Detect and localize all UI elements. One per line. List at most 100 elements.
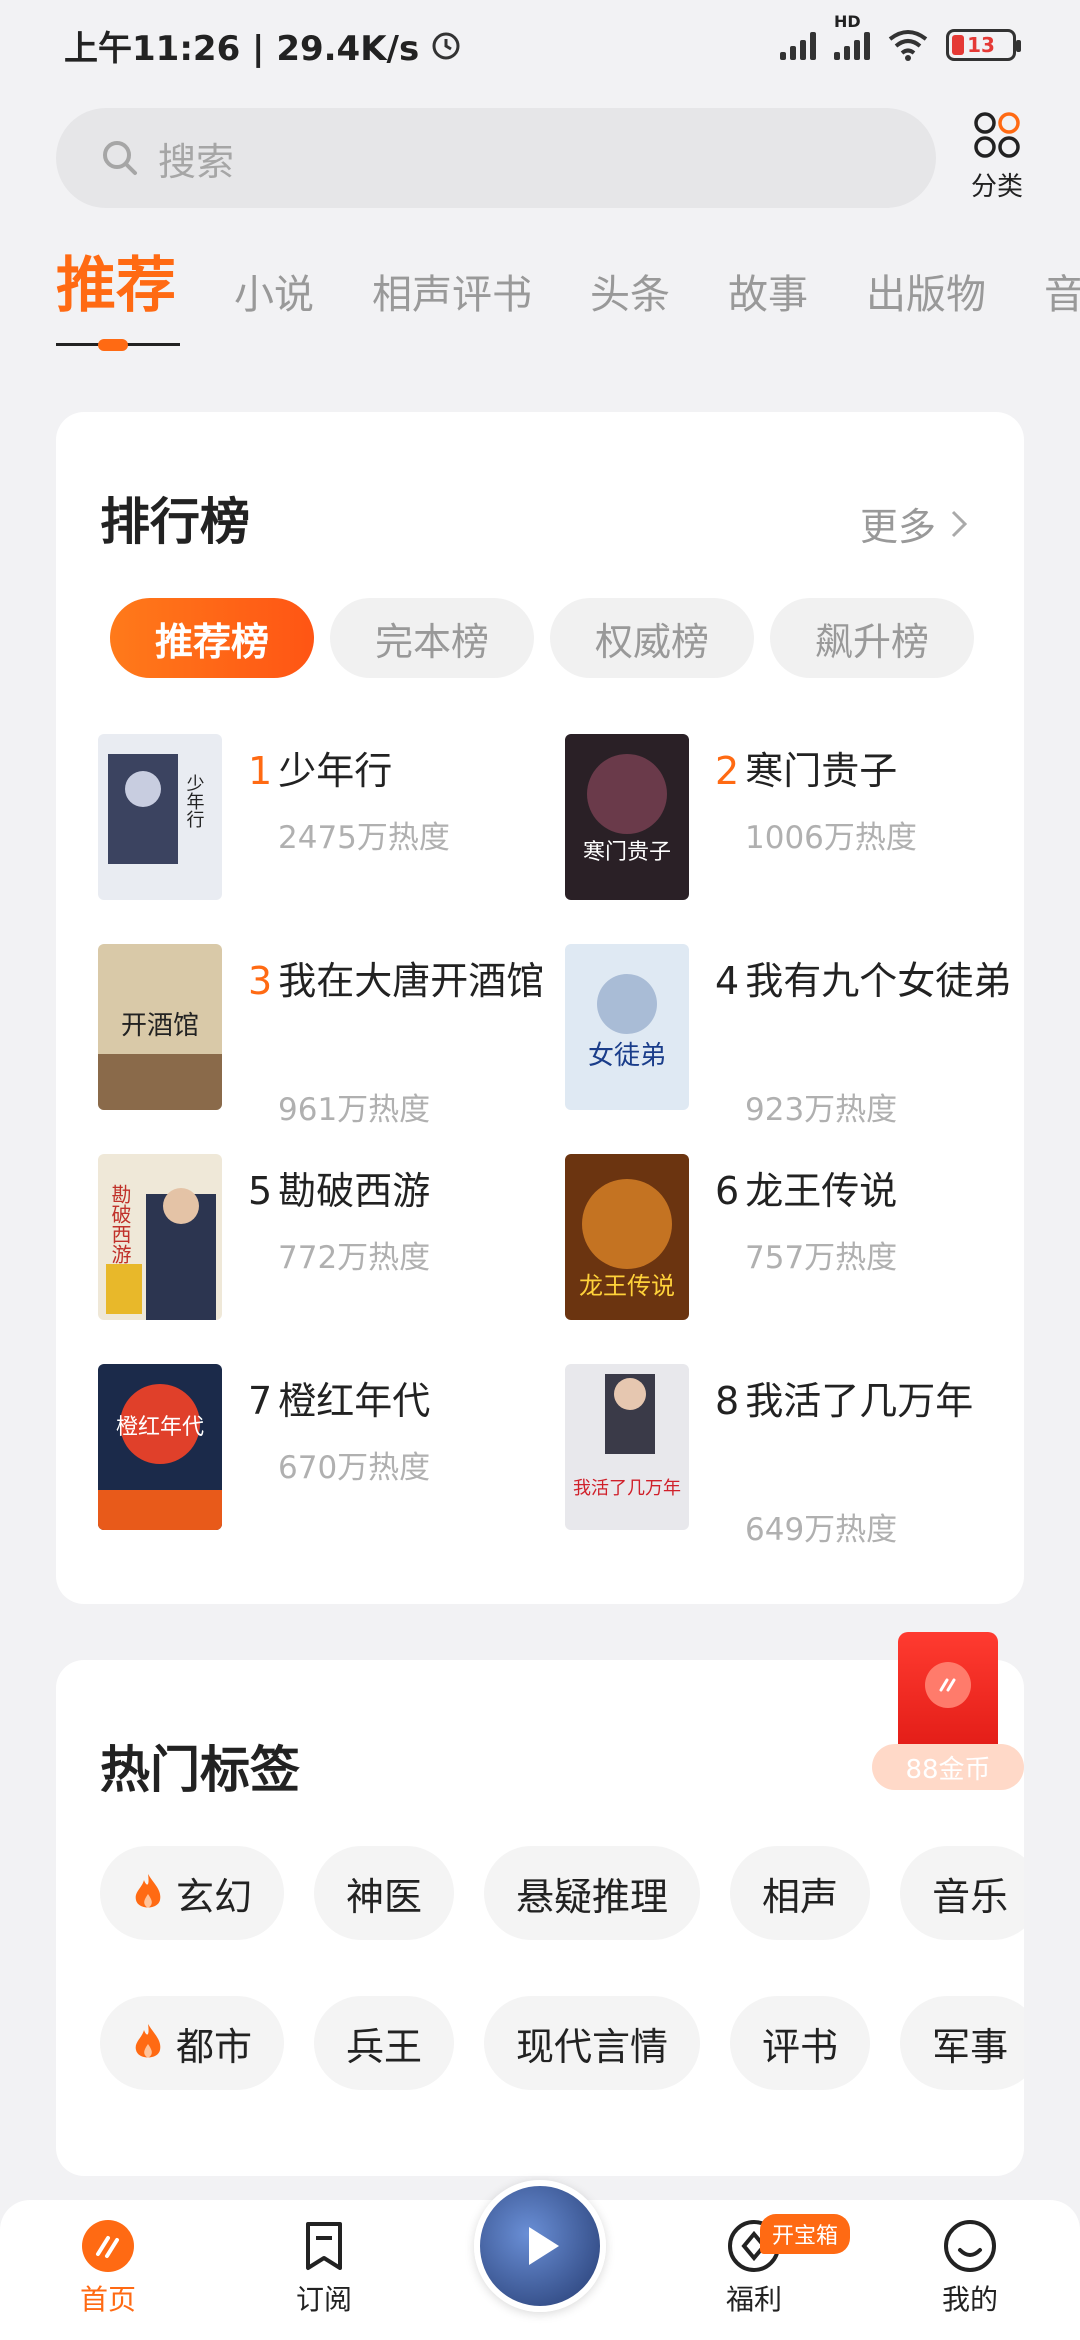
tag-item[interactable]: 评书 [730,1996,871,2090]
book-title: 7 橙红年代 [248,1379,431,1423]
nav-home[interactable]: 首页 [48,2218,168,2318]
book-heat: 961万热度 [278,1092,431,1128]
red-packet-button[interactable] [898,1632,998,1756]
welfare-badge: 开宝箱 [760,2214,851,2254]
play-button[interactable] [474,2180,606,2312]
nav-welfare[interactable]: 福利 开宝箱 [694,2214,851,2318]
book-cover: 龙王传说 [565,1154,689,1320]
bookmark-icon [306,2222,342,2270]
tag-item[interactable]: 现代言情 [484,1996,701,2090]
tag-item[interactable]: 玄幻 [100,1846,285,1940]
book-title: 1 少年行 [248,749,393,793]
category-icon [974,112,1020,158]
chip-rising[interactable]: 飙升榜 [770,598,974,678]
status-bar: 上午11:26 | 29.4K/s HD 13 [0,0,1080,90]
tab-story[interactable]: 故事 [728,262,808,360]
svg-text:女徒弟: 女徒弟 [588,1041,666,1071]
battery-icon: 13 [946,29,1021,61]
book-item[interactable]: 寒门贵子 2 寒门贵子 1006万热度 [565,734,1025,914]
category-tabs: 推荐 小说 相声评书 头条 故事 出版物 音 [56,240,1080,360]
hot-tags-title: 热门标签 [100,1741,300,1799]
tab-headline[interactable]: 头条 [590,262,670,360]
book-cover: 女徒弟 [565,944,689,1110]
status-time: 上午11:26 | 29.4K/s [64,28,420,69]
more-label: 更多 [859,505,936,549]
nav-subscribe[interactable]: 订阅 [264,2218,384,2318]
svg-text:勘破西游: 勘破西游 [108,1184,132,1264]
flame-icon [135,2024,161,2058]
hot-tags-card: 热门标签 玄幻 神医 悬疑推理 相声 音乐 都市 兵王 现代言情 评书 军事 [56,1660,1024,2176]
book-item[interactable]: 开酒馆 3 我在大唐开酒馆 961万热度 [98,944,558,1128]
book-title: 8 我活了几万年 [715,1379,974,1423]
tab-publication[interactable]: 出版物 [866,262,986,360]
book-item[interactable]: 橙红年代 7 橙红年代 670万热度 [98,1364,558,1544]
svg-text:我活了几万年: 我活了几万年 [573,1478,681,1499]
ranking-card: 排行榜 更多 推荐榜 完本榜 权威榜 飙升榜 少年行 1 少年行 2475万热度 … [56,412,1024,1604]
book-cover: 少年行 [98,734,222,900]
search-input[interactable]: 搜索 [56,108,936,208]
chip-recommend[interactable]: 推荐榜 [110,598,314,678]
search-icon [103,141,137,175]
flame-icon [135,1874,161,1908]
nav-welfare-label: 福利 [725,2283,782,2316]
book-item[interactable]: 龙王传说 6 龙王传说 757万热度 [565,1154,1025,1334]
svg-text:少年行: 少年行 [184,774,205,828]
tag-item[interactable]: 相声 [730,1846,871,1940]
tab-music[interactable]: 音 [1044,262,1080,360]
book-item[interactable]: 女徒弟 4 我有九个女徒弟 923万热度 [565,944,1025,1128]
tab-recommend[interactable]: 推荐 [56,240,180,360]
ranking-title: 排行榜 [100,493,250,551]
chevron-right-icon [951,510,968,537]
ranking-more-button[interactable]: 更多 [860,496,968,551]
smile-icon [944,2220,996,2272]
tab-crosstalk[interactable]: 相声评书 [372,262,532,360]
book-cover: 勘破西游 [98,1154,222,1320]
home-icon [82,2220,134,2272]
nav-subscribe-label: 订阅 [295,2283,352,2316]
coin-icon [925,1662,971,1708]
signal-icon [780,30,816,60]
nav-me[interactable]: 我的 [910,2218,1030,2318]
book-heat: 649万热度 [745,1512,898,1548]
wifi-icon [888,30,928,61]
signal-hd-icon: HD [834,12,870,60]
category-button[interactable]: 分类 [962,110,1032,203]
book-heat: 772万热度 [278,1240,431,1276]
play-icon [529,2227,559,2265]
book-cover: 我活了几万年 [565,1364,689,1530]
ranking-chips: 推荐榜 完本榜 权威榜 飙升榜 [110,598,974,678]
chip-authority[interactable]: 权威榜 [550,598,754,678]
book-title: 6 龙王传说 [715,1169,898,1213]
category-label: 分类 [970,172,1023,202]
book-cover: 橙红年代 [98,1364,222,1530]
book-heat: 670万热度 [278,1450,431,1486]
tag-item[interactable]: 音乐 [900,1846,1024,1940]
svg-text:橙红年代: 橙红年代 [116,1415,204,1440]
tag-item[interactable]: 悬疑推理 [484,1846,701,1940]
red-packet-label[interactable]: 88金币 [872,1744,1024,1790]
tag-item[interactable]: 神医 [314,1846,455,1940]
book-heat: 2475万热度 [278,820,450,856]
book-cover: 开酒馆 [98,944,222,1110]
chip-finished[interactable]: 完本榜 [330,598,534,678]
book-title: 5 勘破西游 [248,1169,431,1213]
tag-item[interactable]: 兵王 [314,1996,455,2090]
book-heat: 757万热度 [745,1240,898,1276]
book-item[interactable]: 勘破西游 5 勘破西游 772万热度 [98,1154,558,1334]
tab-novel[interactable]: 小说 [234,262,314,360]
svg-text:寒门贵子: 寒门贵子 [583,840,671,865]
tag-item[interactable]: 军事 [900,1996,1024,2090]
tag-item[interactable]: 都市 [100,1996,285,2090]
book-title: 2 寒门贵子 [715,749,898,793]
book-cover: 寒门贵子 [565,734,689,900]
book-item[interactable]: 少年行 1 少年行 2475万热度 [98,734,558,914]
tag-row: 都市 兵王 现代言情 评书 军事 [100,1996,1024,2090]
book-heat: 1006万热度 [745,820,917,856]
nav-home-label: 首页 [79,2283,136,2316]
book-title: 4 我有九个女徒弟 [715,959,1012,1003]
book-item[interactable]: 我活了几万年 8 我活了几万年 649万热度 [565,1364,1025,1548]
search-placeholder: 搜索 [158,139,235,184]
nav-me-label: 我的 [941,2283,998,2316]
tag-row: 玄幻 神医 悬疑推理 相声 音乐 [100,1846,1024,1940]
book-title: 3 我在大唐开酒馆 [248,959,545,1003]
